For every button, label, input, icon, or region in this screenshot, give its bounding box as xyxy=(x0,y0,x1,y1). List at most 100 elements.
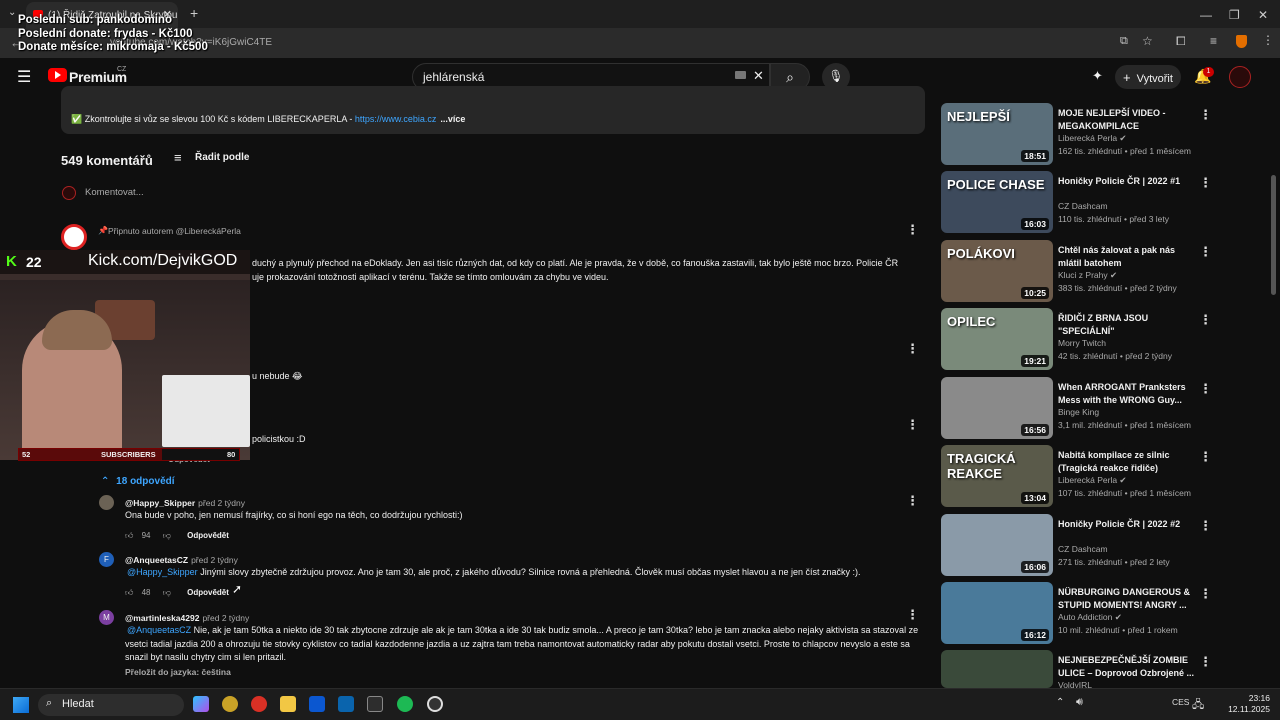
video-title[interactable]: NÜRBURGING DANGEROUS & STUPID MOMENTS! A… xyxy=(1058,586,1198,611)
related-video-item[interactable]: NEJLEPŠÍ 18:51 MOJE NEJLEPŠÍ VIDEO - MEGAK… xyxy=(941,103,1261,167)
windows-start-icon[interactable] xyxy=(13,697,29,713)
dislike-icon[interactable]: 👎︎ xyxy=(163,588,171,597)
install-icon[interactable]: ⧉ xyxy=(1120,35,1128,48)
video-thumbnail[interactable] xyxy=(941,650,1053,688)
video-menu-icon[interactable]: ⋮ xyxy=(1199,449,1212,465)
video-menu-icon[interactable]: ⋮ xyxy=(1199,518,1212,534)
video-thumbnail[interactable]: POLÁKOVI 10:25 xyxy=(941,240,1053,302)
comment-menu-icon[interactable]: ⋮ xyxy=(906,417,919,433)
related-video-item[interactable]: 16:12 NÜRBURGING DANGEROUS & STUPID MOMEN… xyxy=(941,582,1261,646)
reply-avatar[interactable]: M xyxy=(99,610,114,625)
network-icon[interactable]: 🖧 xyxy=(1192,696,1204,715)
related-video-item[interactable]: POLICE CHASE 16:03 Honičky Policie ČR | 20… xyxy=(941,171,1261,235)
related-video-item[interactable]: 16:06 Honičky Policie ČR | 2022 #2 CZ Dash… xyxy=(941,514,1261,578)
terminal-icon[interactable] xyxy=(367,696,383,712)
obs-icon[interactable] xyxy=(427,696,443,712)
video-title[interactable]: ŘIDIČI Z BRNA JSOU "SPECIÁLNÍ" xyxy=(1058,312,1198,337)
spotify-icon[interactable] xyxy=(397,696,413,712)
taskbar-clock[interactable]: 23:16 12.11.2025 xyxy=(1228,693,1270,715)
video-menu-icon[interactable]: ⋮ xyxy=(1199,586,1212,602)
taskbar-search[interactable]: ⌕ Hledat xyxy=(38,694,184,716)
volume-icon[interactable]: 🔊︎ xyxy=(1076,696,1083,709)
description-box[interactable]: ✅ Zkontrolujte si vůz se slevou 100 Kč s… xyxy=(61,86,925,134)
add-comment-input[interactable]: Komentovat... xyxy=(85,187,144,198)
video-thumbnail[interactable]: POLICE CHASE 16:03 xyxy=(941,171,1053,233)
video-menu-icon[interactable]: ⋮ xyxy=(1199,175,1212,191)
video-channel[interactable]: Auto Addiction ✔ xyxy=(1058,612,1122,623)
file-explorer-icon[interactable] xyxy=(280,696,296,712)
reply-avatar[interactable] xyxy=(99,495,114,510)
minimize-icon[interactable]: — xyxy=(1200,8,1212,22)
bookmark-star-icon[interactable]: ☆ xyxy=(1142,34,1153,48)
reply-author[interactable]: @Happy_Skipper xyxy=(125,498,195,508)
video-title[interactable]: Nabitá kompilace ze silnic (Tragická rea… xyxy=(1058,449,1198,474)
video-title[interactable]: MOJE NEJLEPŠÍ VIDEO - MEGAKOMPILACE xyxy=(1058,107,1198,132)
brave-shield-icon[interactable] xyxy=(1236,35,1247,48)
reply-time[interactable]: před 2 týdny xyxy=(191,555,238,565)
video-thumbnail[interactable]: NEJLEPŠÍ 18:51 xyxy=(941,103,1053,165)
browser-icon[interactable] xyxy=(251,696,267,712)
outlook-icon[interactable] xyxy=(338,696,354,712)
browser-menu-icon[interactable]: ⋮ xyxy=(1262,33,1274,47)
video-channel[interactable]: Morry Twitch xyxy=(1058,338,1106,348)
restore-icon[interactable]: ❐ xyxy=(1229,8,1240,22)
reply-mention[interactable]: @Happy_Skipper xyxy=(127,567,198,577)
video-title[interactable]: Honičky Policie ČR | 2022 #2 xyxy=(1058,518,1198,531)
reply-author[interactable]: @AnqueetasCZ xyxy=(125,555,188,565)
reply-time[interactable]: před 2 týdny xyxy=(202,613,249,623)
like-icon[interactable]: 👍︎ xyxy=(125,531,133,540)
reply-button[interactable]: Odpovědět xyxy=(187,531,229,540)
scrollbar-thumb[interactable] xyxy=(1271,175,1276,295)
comment-menu-icon[interactable]: ⋮ xyxy=(906,493,919,509)
related-video-item[interactable]: TRAGICKÁ REAKCE 13:04 Nabitá kompilace ze … xyxy=(941,445,1261,509)
related-video-item[interactable]: POLÁKOVI 10:25 Chtěl nás žalovat a pak nás… xyxy=(941,240,1261,304)
description-link[interactable]: https://www.cebia.cz xyxy=(355,114,437,124)
show-more-link[interactable]: ...více xyxy=(440,114,465,124)
video-channel[interactable]: Binge King xyxy=(1058,407,1099,417)
video-menu-icon[interactable]: ⋮ xyxy=(1199,654,1212,670)
related-video-item[interactable]: OPILEC 19:21 ŘIDIČI Z BRNA JSOU "SPECIÁLNÍ… xyxy=(941,308,1261,372)
sort-button[interactable]: Řadit podle xyxy=(195,152,249,163)
related-video-item[interactable]: 16:56 When ARROGANT Pranksters Mess with … xyxy=(941,377,1261,441)
hamburger-menu-icon[interactable]: ☰ xyxy=(17,67,31,87)
reply-author[interactable]: @martinleska4292 xyxy=(125,613,199,623)
extensions-icon[interactable]: ⧠ xyxy=(1176,34,1186,49)
pinned-author-avatar[interactable] xyxy=(61,224,87,250)
reading-list-icon[interactable]: ≡ xyxy=(1210,34,1217,48)
reply-time[interactable]: před 2 týdny xyxy=(198,498,245,508)
video-channel[interactable]: CZ Dashcam xyxy=(1058,201,1108,211)
clear-search-icon[interactable]: ✕ xyxy=(753,68,764,84)
ai-chat-icon[interactable]: ✦ xyxy=(1092,68,1103,84)
window-close-icon[interactable]: ✕ xyxy=(1258,8,1268,22)
dislike-icon[interactable]: 👎︎ xyxy=(163,531,171,540)
video-thumbnail[interactable]: OPILEC 19:21 xyxy=(941,308,1053,370)
video-menu-icon[interactable]: ⋮ xyxy=(1199,244,1212,260)
comment-menu-icon[interactable]: ⋮ xyxy=(906,341,919,357)
video-thumbnail[interactable]: 16:56 xyxy=(941,377,1053,439)
translate-link[interactable]: Přeložit do jazyka: čeština xyxy=(125,667,231,677)
video-thumbnail[interactable]: TRAGICKÁ REAKCE 13:04 xyxy=(941,445,1053,507)
keyboard-icon[interactable] xyxy=(735,71,746,79)
video-menu-icon[interactable]: ⋮ xyxy=(1199,312,1212,328)
tab-list-icon[interactable]: ⌄ xyxy=(8,7,16,18)
video-title[interactable]: When ARROGANT Pranksters Mess with the W… xyxy=(1058,381,1198,406)
create-button[interactable]: + Vytvořit xyxy=(1115,65,1181,89)
youtube-logo-icon[interactable] xyxy=(48,68,67,82)
reply-avatar[interactable]: F xyxy=(99,552,114,567)
video-title[interactable]: Chtěl nás žalovat a pak nás mlátil batoh… xyxy=(1058,244,1198,269)
tray-chevron-icon[interactable]: ⌃ xyxy=(1056,697,1064,708)
video-title[interactable]: NEJNEBEZPEČNĚJŠÍ ZOMBIE ULICE – Doprovod… xyxy=(1058,654,1198,679)
comment-menu-icon[interactable]: ⋮ xyxy=(906,607,919,623)
video-channel[interactable]: Kluci z Prahy ✔ xyxy=(1058,270,1117,281)
video-title[interactable]: Honičky Policie ČR | 2022 #1 xyxy=(1058,175,1198,188)
video-thumbnail[interactable]: 16:12 xyxy=(941,582,1053,644)
video-thumbnail[interactable]: 16:06 xyxy=(941,514,1053,576)
video-channel[interactable]: Liberecká Perla ✔ xyxy=(1058,133,1127,144)
copilot-icon[interactable] xyxy=(193,696,209,712)
video-channel[interactable]: Liberecká Perla ✔ xyxy=(1058,475,1127,486)
video-menu-icon[interactable]: ⋮ xyxy=(1199,381,1212,397)
reply-mention[interactable]: @AnqueetasCZ xyxy=(127,625,191,635)
sort-icon[interactable]: ≡ xyxy=(174,150,182,165)
reply-button[interactable]: Odpovědět xyxy=(187,588,229,597)
store-icon[interactable] xyxy=(309,696,325,712)
